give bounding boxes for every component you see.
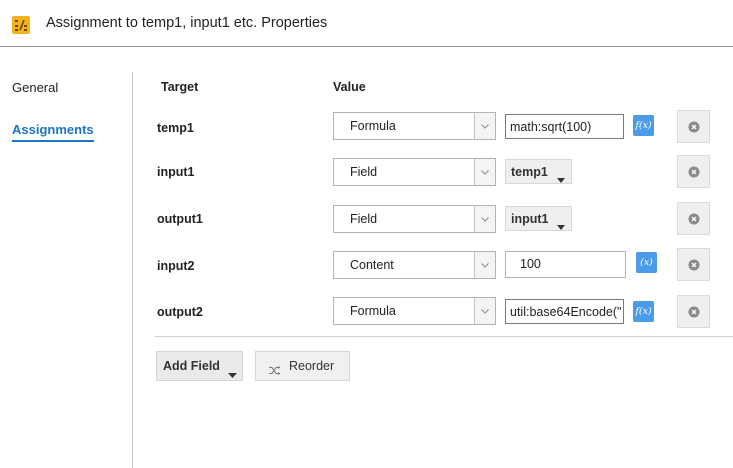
row-target-label: output2 bbox=[157, 305, 203, 319]
caret-down-icon bbox=[228, 365, 237, 383]
reorder-label: Reorder bbox=[289, 359, 335, 373]
value-type-selected: Field bbox=[350, 212, 378, 226]
field-select[interactable]: input1 bbox=[505, 206, 572, 231]
row-target-label: output1 bbox=[157, 212, 203, 226]
value-type-select[interactable]: Formula bbox=[333, 112, 496, 140]
nav-item-assignments[interactable]: Assignments bbox=[12, 122, 94, 142]
formula-input[interactable]: math:sqrt(100) bbox=[505, 114, 624, 139]
assignment-icon bbox=[12, 16, 30, 34]
shuffle-icon bbox=[269, 362, 281, 380]
left-nav: General Assignments bbox=[0, 47, 132, 468]
function-editor-button[interactable]: f(x) bbox=[633, 115, 654, 136]
chevron-down-icon[interactable] bbox=[474, 206, 495, 232]
row-target-label: input2 bbox=[157, 259, 195, 273]
close-circle-icon bbox=[688, 121, 699, 132]
close-circle-icon bbox=[688, 306, 699, 317]
column-header-value: Value bbox=[333, 80, 366, 94]
value-type-selected: Formula bbox=[350, 119, 396, 133]
column-header-target: Target bbox=[161, 80, 199, 94]
value-type-select[interactable]: Content bbox=[333, 251, 496, 279]
variable-picker-button[interactable]: (x) bbox=[636, 252, 657, 273]
caret-down-icon bbox=[557, 217, 565, 235]
value-type-select[interactable]: Formula bbox=[333, 297, 496, 325]
close-circle-icon bbox=[688, 259, 699, 270]
close-circle-icon bbox=[688, 166, 699, 177]
value-type-select[interactable]: Field bbox=[333, 205, 496, 233]
caret-down-icon bbox=[557, 170, 565, 188]
value-type-selected: Formula bbox=[350, 304, 396, 318]
chevron-down-icon[interactable] bbox=[474, 252, 495, 278]
nav-divider bbox=[132, 72, 133, 468]
field-select-value: temp1 bbox=[511, 165, 548, 179]
value-type-select[interactable]: Field bbox=[333, 158, 496, 186]
formula-input-value: math:sqrt(100) bbox=[510, 120, 592, 134]
rows-divider bbox=[155, 336, 733, 337]
page-title: Assignment to temp1, input1 etc. Propert… bbox=[46, 15, 328, 31]
function-editor-button[interactable]: f(x) bbox=[633, 301, 654, 322]
value-type-selected: Content bbox=[350, 258, 394, 272]
chevron-down-icon[interactable] bbox=[474, 113, 495, 139]
content-input-value: 100 bbox=[520, 257, 541, 271]
nav-item-general[interactable]: General bbox=[12, 80, 58, 95]
content-input[interactable]: 100 bbox=[505, 251, 626, 278]
delete-row-button[interactable] bbox=[677, 248, 710, 281]
reorder-button[interactable]: Reorder bbox=[255, 351, 350, 381]
formula-input-value: util:base64Encode(" bbox=[510, 305, 622, 319]
add-field-button[interactable]: Add Field bbox=[156, 351, 243, 381]
value-type-selected: Field bbox=[350, 165, 378, 179]
chevron-down-icon[interactable] bbox=[474, 159, 495, 185]
formula-input[interactable]: util:base64Encode(" bbox=[505, 299, 624, 324]
delete-row-button[interactable] bbox=[677, 110, 710, 143]
field-select[interactable]: temp1 bbox=[505, 159, 572, 184]
properties-header: Assignment to temp1, input1 etc. Propert… bbox=[0, 0, 733, 47]
close-circle-icon bbox=[688, 213, 699, 224]
field-select-value: input1 bbox=[511, 212, 549, 226]
chevron-down-icon[interactable] bbox=[474, 298, 495, 324]
delete-row-button[interactable] bbox=[677, 202, 710, 235]
add-field-label: Add Field bbox=[163, 359, 220, 373]
delete-row-button[interactable] bbox=[677, 155, 710, 188]
delete-row-button[interactable] bbox=[677, 295, 710, 328]
row-target-label: temp1 bbox=[157, 121, 194, 135]
row-target-label: input1 bbox=[157, 165, 195, 179]
